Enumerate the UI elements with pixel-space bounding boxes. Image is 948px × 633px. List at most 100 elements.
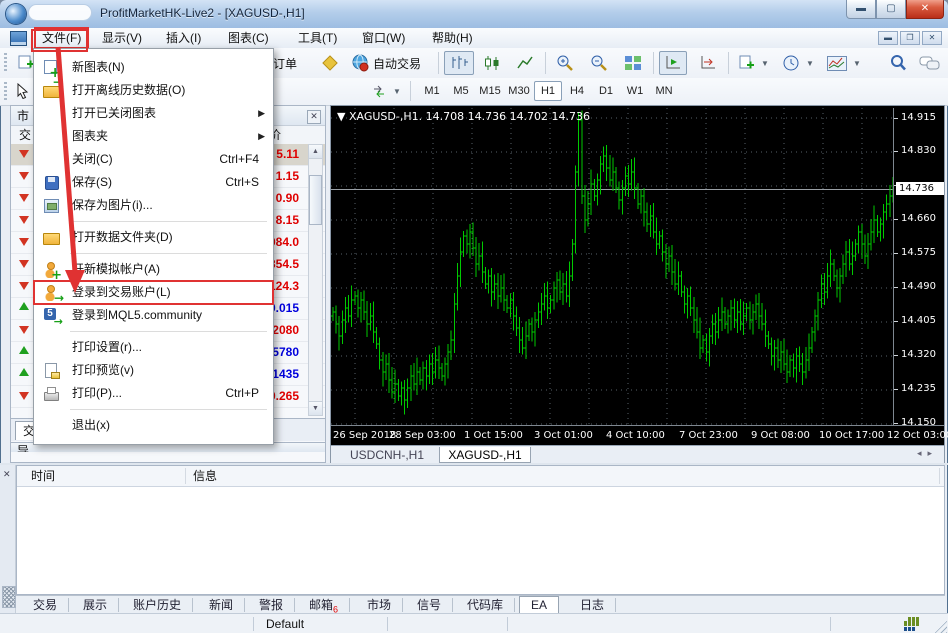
file-menu-item-11[interactable]: 登录到交易账户(L)	[34, 281, 273, 304]
chart-shift-button[interactable]	[694, 51, 722, 75]
terminal-tab-信号[interactable]: 信号	[406, 598, 453, 612]
message-column-header[interactable]: 信息	[193, 466, 217, 486]
terminal-tab-邮箱[interactable]: 邮箱6	[298, 598, 350, 612]
menubar-item-6[interactable]: 窗口(W)	[356, 29, 411, 47]
symbols-dropdown[interactable]: ▼	[366, 80, 406, 102]
file-menu-item-2[interactable]: 打开已关闭图表▶	[34, 102, 273, 125]
profile-label[interactable]: Default	[266, 617, 304, 631]
close-button[interactable]: ✕	[906, 0, 944, 19]
terminal-tab-展示[interactable]: 展示	[72, 598, 119, 612]
file-menu-item-15[interactable]: 打印预览(v)	[34, 359, 273, 382]
mdi-chart-icon[interactable]	[10, 31, 27, 46]
package-button[interactable]	[316, 51, 344, 75]
price-down-arrow-icon	[19, 260, 29, 268]
tile-windows-button[interactable]	[619, 51, 647, 75]
terminal-tab-警报[interactable]: 警报	[248, 598, 295, 612]
time-scale[interactable]: 26 Sep 201828 Sep 03:001 Oct 15:003 Oct …	[331, 425, 944, 446]
mdi-close-button[interactable]: ✕	[922, 31, 942, 45]
maximize-button[interactable]: ▢	[876, 0, 906, 19]
terminal-close-icon[interactable]: ✕	[3, 469, 11, 480]
bid-price: 5780	[272, 342, 299, 363]
scroll-up-icon[interactable]: ▲	[309, 145, 322, 159]
timeframe-W1[interactable]: W1	[621, 81, 649, 101]
timeframe-H4[interactable]: H4	[563, 81, 591, 101]
file-menu-item-5[interactable]: 保存(S)Ctrl+S	[34, 171, 273, 194]
terminal-tab-代码库[interactable]: 代码库	[456, 598, 515, 612]
price-chart[interactable]	[331, 108, 894, 425]
terminal-tab-日志[interactable]: 日志	[569, 598, 616, 612]
timeframe-MN[interactable]: MN	[650, 81, 678, 101]
package-icon	[321, 54, 339, 72]
indicators-add-dropdown[interactable]: ▼	[734, 51, 774, 75]
scroll-down-icon[interactable]: ▼	[309, 401, 322, 415]
price-scale[interactable]: 14.91514.83014.66014.57514.49014.40514.3…	[893, 108, 945, 425]
chart-window[interactable]: ▼ XAGUSD-,H1. 14.708 14.736 14.702 14.73…	[330, 105, 945, 463]
price-tick-label: 14.320	[901, 349, 936, 360]
zoom-in-button[interactable]	[551, 51, 579, 75]
floppy-icon	[43, 174, 60, 191]
file-menu-item-3[interactable]: 图表夹▶	[34, 125, 273, 148]
bar-chart-button[interactable]	[444, 51, 474, 75]
chart-tabs-arrows[interactable]: ◂▸	[917, 448, 938, 459]
file-menu-item-4[interactable]: 关闭(C)Ctrl+F4	[34, 148, 273, 171]
timeframe-H1[interactable]: H1	[534, 81, 562, 101]
periods-dropdown[interactable]: ▼	[778, 51, 819, 75]
autotrade-button[interactable]: 自动交易	[346, 51, 426, 75]
market-watch-scrollbar[interactable]: ▲ ▼	[308, 144, 323, 416]
terminal-tab-账户历史[interactable]: 账户历史	[122, 598, 193, 612]
terminal-dock-icon[interactable]	[2, 586, 16, 608]
file-menu-item-12[interactable]: 登录到MQL5.community	[34, 304, 273, 327]
symbol-column-header[interactable]: 交	[11, 128, 31, 142]
menubar-item-1[interactable]: 文件(F)	[36, 29, 87, 47]
chat-button[interactable]	[914, 51, 946, 75]
price-down-arrow-icon	[19, 172, 29, 180]
toolbar-grip-2[interactable]	[4, 82, 7, 100]
menu-separator	[70, 221, 267, 222]
timeframe-M30[interactable]: M30	[505, 81, 533, 101]
file-menu-item-6[interactable]: 保存为图片(i)...	[34, 194, 273, 217]
mdi-minimize-button[interactable]: ▬	[878, 31, 898, 45]
menubar-item-2[interactable]: 显示(V)	[96, 29, 148, 47]
file-menu-item-0[interactable]: 新图表(N)	[34, 56, 273, 79]
search-button[interactable]	[884, 51, 912, 75]
menubar-item-3[interactable]: 插入(I)	[160, 29, 207, 47]
zoom-out-button[interactable]	[585, 51, 613, 75]
file-menu-item-16[interactable]: 打印(P)...Ctrl+P	[34, 382, 273, 405]
timeframe-M1[interactable]: M1	[418, 81, 446, 101]
candlestick-button[interactable]	[477, 51, 507, 75]
toolbar-grip[interactable]	[4, 53, 7, 73]
menubar-item-5[interactable]: 工具(T)	[292, 29, 343, 47]
chart-caret-icon[interactable]: ▼	[337, 110, 349, 123]
chart-tab-USDCNHH1[interactable]: USDCNH-,H1	[339, 447, 435, 463]
mdi-restore-button[interactable]: ❐	[900, 31, 920, 45]
titlebar[interactable]: ProfitMarketHK-Live2 - [XAGUSD-,H1] ▬ ▢ …	[0, 0, 948, 29]
resize-grip[interactable]	[933, 619, 947, 633]
timeframe-M15[interactable]: M15	[476, 81, 504, 101]
chart-tab-XAGUSDH1[interactable]: XAGUSD-,H1	[439, 447, 531, 463]
templates-dropdown[interactable]: ▼	[822, 51, 866, 75]
folder-icon	[43, 229, 60, 246]
timeframe-D1[interactable]: D1	[592, 81, 620, 101]
autotrade-label: 自动交易	[373, 55, 421, 72]
line-chart-button[interactable]	[510, 51, 540, 75]
minimize-button[interactable]: ▬	[846, 0, 876, 19]
terminal-column-header[interactable]: 时间 信息	[17, 466, 944, 487]
time-column-header[interactable]: 时间	[31, 466, 55, 486]
terminal-tab-交易[interactable]: 交易	[22, 598, 69, 612]
scrollbar-thumb[interactable]	[309, 175, 322, 225]
file-menu-item-14[interactable]: 打印设置(r)...	[34, 336, 273, 359]
file-menu-item-1[interactable]: 打开离线历史数据(O)	[34, 79, 273, 102]
menubar-item-7[interactable]: 帮助(H)	[426, 29, 479, 47]
menu-item-label: 打印(P)...	[72, 386, 122, 400]
file-menu-item-10[interactable]: 开新模拟帐户(A)	[34, 258, 273, 281]
search-icon	[889, 54, 907, 72]
timeframe-M5[interactable]: M5	[447, 81, 475, 101]
terminal-tab-市场[interactable]: 市场	[356, 598, 403, 612]
autoscroll-button[interactable]	[659, 51, 687, 75]
file-menu-item-18[interactable]: 退出(x)	[34, 414, 273, 437]
file-menu-item-8[interactable]: 打开数据文件夹(D)	[34, 226, 273, 249]
cursor-button[interactable]	[10, 80, 34, 102]
menubar-item-4[interactable]: 图表(C)	[222, 29, 275, 47]
market-watch-close-icon[interactable]: ✕	[307, 110, 321, 124]
terminal-tab-新闻[interactable]: 新闻	[198, 598, 245, 612]
